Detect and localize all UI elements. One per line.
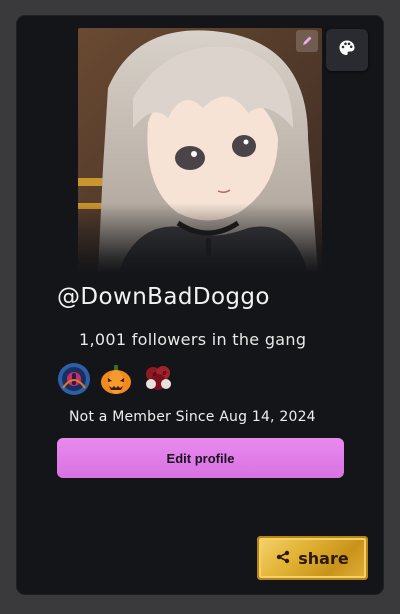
avatar-fade-overlay [78,203,322,273]
followers-count[interactable]: 1,001 followers in the gang [79,330,306,349]
rose-bouquet-icon[interactable] [141,362,175,396]
pumpkin-icon[interactable] [99,362,133,396]
orb-badge-icon[interactable] [57,362,91,396]
palette-icon [338,39,356,61]
pencil-icon [301,32,313,51]
badge-list [57,362,175,396]
share-button[interactable]: share [257,536,368,580]
edit-avatar-button[interactable] [296,30,318,52]
profile-card: @DownBadDoggo 1,001 followers in the gan… [17,16,383,594]
member-since-text: Not a Member Since Aug 14, 2024 [69,409,316,425]
edit-profile-button[interactable]: Edit profile [57,438,344,478]
theme-button[interactable] [326,29,368,71]
username: @DownBadDoggo [57,284,270,310]
profile-avatar [78,28,322,273]
share-icon [276,549,290,568]
share-label: share [298,548,349,568]
